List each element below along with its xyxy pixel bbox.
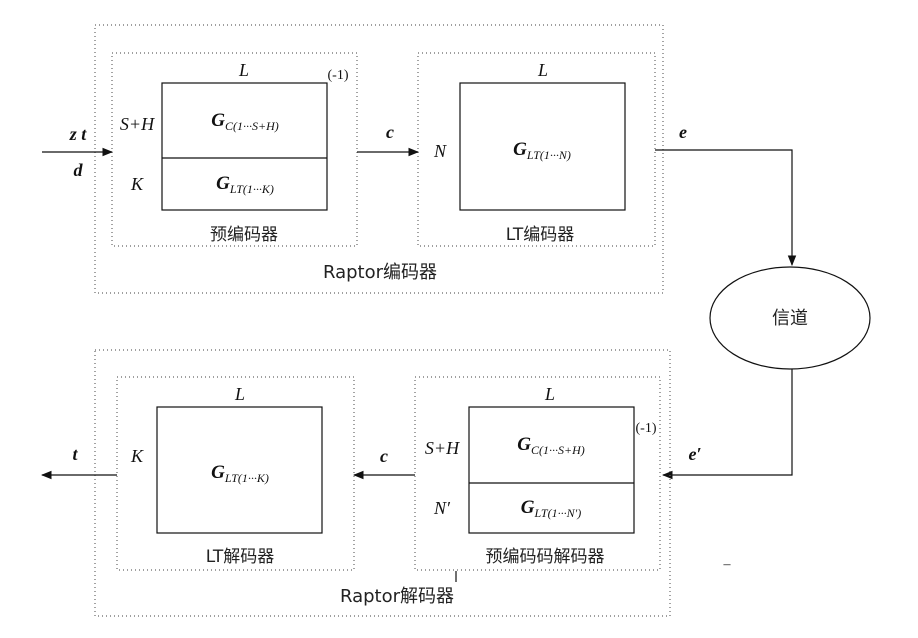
input-zt-label: z t	[69, 124, 88, 144]
glt-nprime-matrix-label: GLT(1···N′)	[521, 497, 581, 520]
lt-decoder-K-label: K	[130, 446, 144, 466]
precoder-SH-label: S+H	[120, 114, 155, 134]
lt-decoder-L-label: L	[234, 384, 245, 404]
precoder-L-label: L	[238, 60, 249, 80]
glt-k-decoder-matrix-label: GLT(1···K)	[211, 462, 269, 485]
e-prime-label: e′	[688, 444, 701, 464]
lt-encoder-N-label: N	[433, 141, 447, 161]
lt-encoder-L-label: L	[537, 60, 548, 80]
precoder-boundary	[111, 52, 358, 247]
lt-decoder-label: LT解码器	[206, 547, 275, 567]
e-prime-arrow	[661, 369, 793, 480]
lt-encoder-label: LT编码器	[506, 225, 575, 245]
pre-decoder-SH-label: S+H	[425, 438, 460, 458]
glt-k-matrix-label: GLT(1···K)	[216, 173, 274, 196]
pre-decoder-inverse-label: (-1)	[636, 421, 657, 436]
stray-dash: –	[723, 557, 732, 572]
gc-decoder-matrix-label: GC(1···S+H)	[517, 434, 585, 457]
lt-decoder-matrix	[156, 406, 323, 534]
channel-label: 信道	[772, 308, 808, 329]
raptor-encoder-boundary	[94, 24, 664, 294]
raptor-encoder-label: Raptor编码器	[323, 262, 437, 283]
c-bottom-label: c	[380, 446, 388, 466]
raptor-decoder-label: Raptor解码器	[340, 586, 454, 607]
gc-matrix-label: GC(1···S+H)	[211, 110, 279, 133]
output-t-label: t	[72, 444, 78, 464]
pre-decoder-label: 预编码码解码器	[486, 547, 605, 567]
precoder-inverse-label: (-1)	[328, 68, 349, 83]
precoder-K-label: K	[130, 174, 144, 194]
pre-decoder-L-label: L	[544, 384, 555, 404]
lt-encoder-matrix	[459, 82, 626, 211]
glt-n-matrix-label: GLT(1···N)	[513, 139, 571, 162]
c-top-label: c	[386, 122, 394, 142]
e-top-label: e	[679, 122, 687, 142]
pre-decoder-Nprime-label: N′	[433, 498, 451, 518]
precoder-label: 预编码器	[210, 225, 278, 245]
pre-decoder-boundary	[414, 376, 661, 571]
raptor-diagram: Raptor编码器 预编码器 L (-1) S+H K GC(1···S+H) …	[40, 24, 871, 617]
e-to-channel-arrow	[655, 149, 797, 267]
input-d-label: d	[74, 160, 84, 180]
